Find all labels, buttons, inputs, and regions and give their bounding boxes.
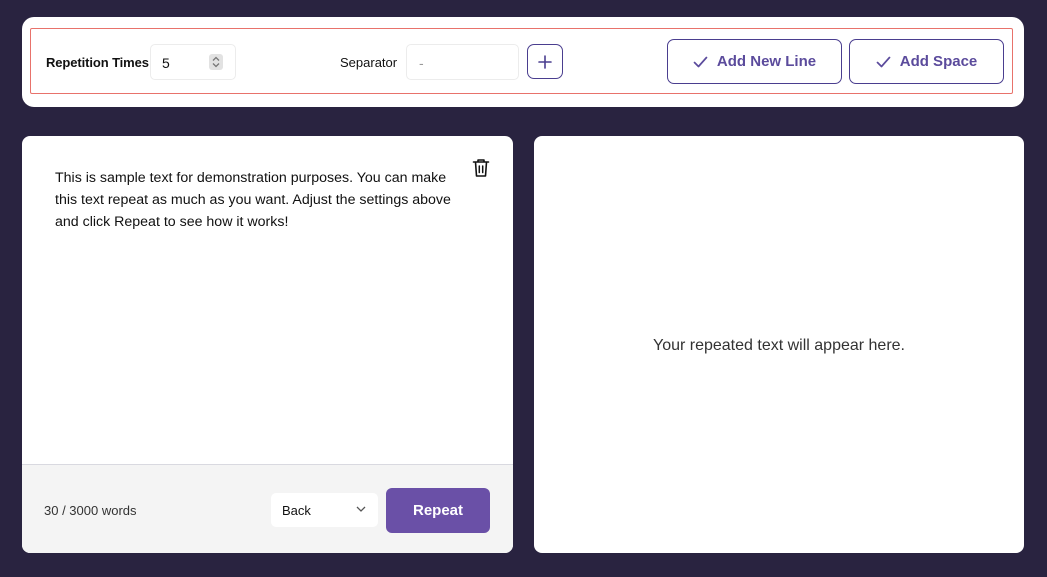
output-panel: Your repeated text will appear here. (534, 136, 1024, 553)
input-editor-panel: This is sample text for demonstration pu… (22, 136, 513, 553)
add-separator-button[interactable] (527, 44, 563, 79)
plus-icon (538, 54, 552, 69)
separator-input[interactable]: - (406, 44, 519, 80)
editor-footer: 30 / 3000 words Back Repeat (22, 464, 513, 553)
output-placeholder: Your repeated text will appear here. (652, 336, 905, 354)
add-new-line-button[interactable]: Add New Line (667, 39, 842, 84)
check-icon (876, 56, 891, 67)
number-spinner-icon[interactable] (209, 54, 223, 70)
separator-label: Separator (340, 55, 398, 70)
add-space-button[interactable]: Add Space (849, 39, 1004, 84)
add-space-label: Add Space (899, 53, 978, 70)
word-count: 30 / 3000 words (44, 503, 137, 518)
repeat-button[interactable]: Repeat (386, 488, 490, 533)
input-textarea[interactable]: This is sample text for demonstration pu… (55, 167, 470, 233)
repetition-times-value: 5 (162, 55, 170, 71)
settings-toolbar: Repetition Times 5 Separator - Add New L… (22, 17, 1024, 107)
add-new-line-label: Add New Line (716, 53, 817, 70)
repeat-button-label: Repeat (412, 502, 464, 519)
trash-icon[interactable] (472, 158, 490, 178)
mode-select[interactable]: Back (271, 493, 378, 527)
separator-placeholder: - (419, 55, 424, 71)
check-icon (693, 56, 708, 67)
settings-group: Repetition Times 5 Separator - Add New L… (30, 28, 1013, 94)
repetition-times-input[interactable]: 5 (150, 44, 236, 80)
mode-select-value: Back (282, 503, 311, 518)
chevron-down-icon (356, 506, 366, 512)
repetition-times-label: Repetition Times (46, 55, 149, 70)
